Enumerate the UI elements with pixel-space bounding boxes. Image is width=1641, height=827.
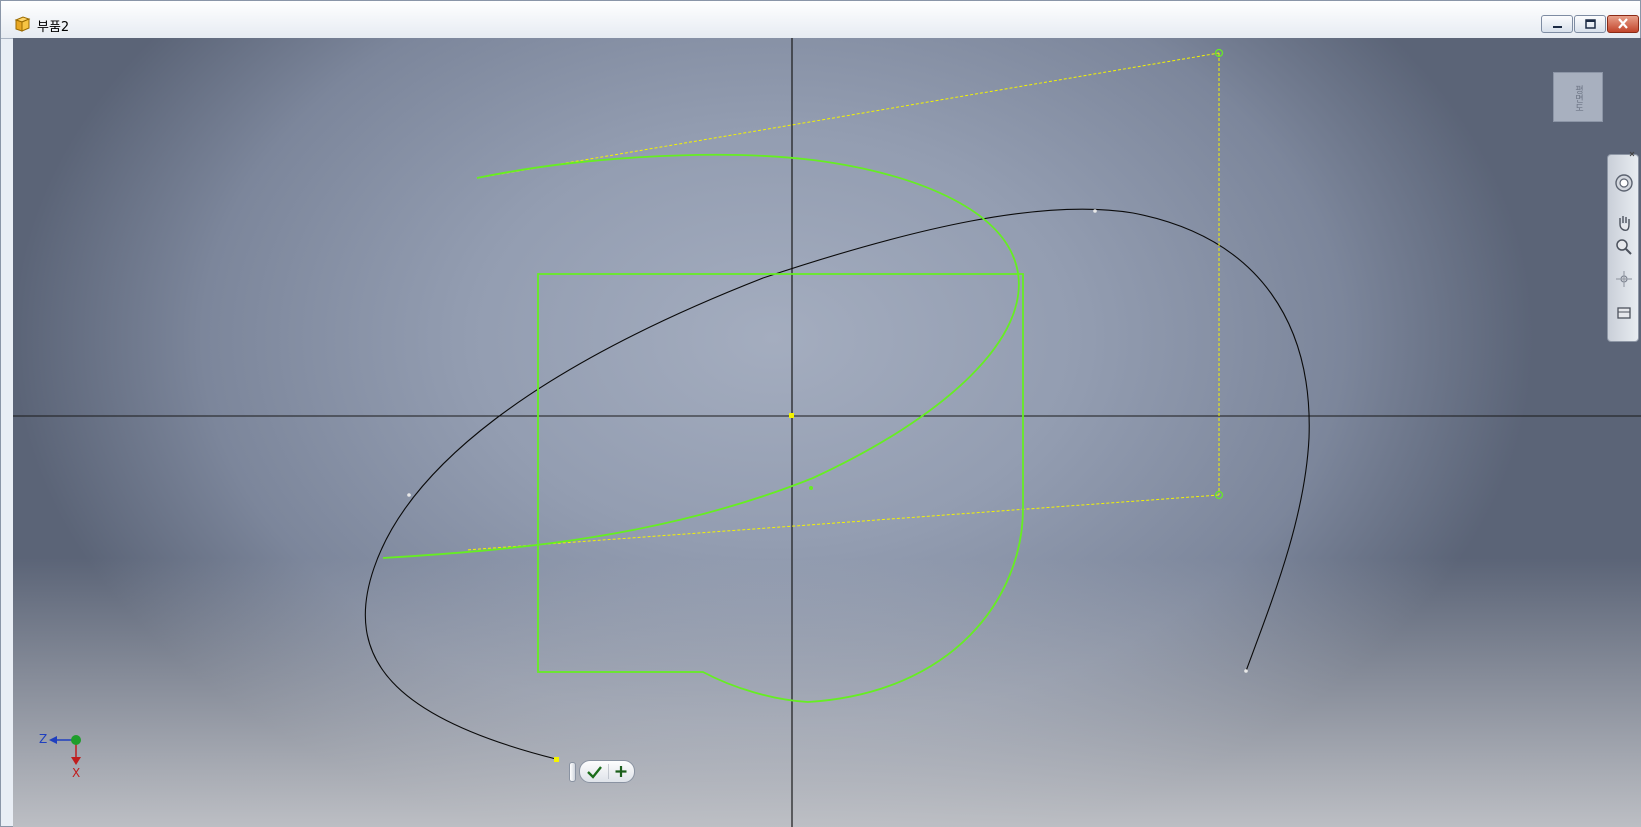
pan-icon[interactable]	[1614, 213, 1634, 233]
partial-ellipse	[382, 153, 1020, 559]
title-bar[interactable]: 부품2	[1, 1, 1640, 39]
axis-triad: Z X	[25, 732, 95, 792]
ellipse-center-point[interactable]	[809, 486, 813, 490]
sketch-origin-point[interactable]	[789, 413, 794, 418]
viewcube[interactable]: 평면도	[1553, 72, 1603, 122]
close-icon	[1618, 18, 1628, 29]
graphics-viewport[interactable]: 평면도 Z X	[13, 38, 1641, 827]
checkmark-icon	[587, 766, 602, 779]
viewcube-label: 평면도	[1573, 85, 1583, 112]
look-at-icon[interactable]	[1614, 303, 1634, 323]
part-document-icon	[14, 16, 31, 32]
restore-icon	[1585, 19, 1596, 29]
spline-fit-point[interactable]	[407, 493, 411, 497]
minimize-icon	[1553, 26, 1562, 28]
spline-end-point[interactable]	[554, 757, 559, 762]
ok-button[interactable]	[582, 762, 608, 781]
spline-curve[interactable]	[364, 208, 1310, 760]
x-axis-label: X	[72, 766, 81, 780]
restore-button[interactable]	[1574, 15, 1606, 33]
construction-lines	[465, 52, 1220, 551]
orbit-icon[interactable]	[1614, 269, 1634, 289]
add-button[interactable]	[608, 762, 634, 781]
zoom-icon[interactable]	[1614, 237, 1634, 257]
mini-toolbar-body	[579, 760, 635, 783]
profile-outline	[537, 273, 1024, 703]
spline-fit-point[interactable]	[1093, 209, 1097, 213]
sketch-geometry[interactable]	[382, 153, 1024, 703]
sketch-canvas[interactable]	[13, 38, 1641, 827]
close-button[interactable]	[1607, 15, 1639, 33]
part-window: 부품2 평면도 Z X	[0, 0, 1641, 827]
navbar-close-icon[interactable]	[1609, 149, 1639, 161]
steering-wheel-icon[interactable]	[1614, 173, 1634, 193]
triad-arrows	[49, 735, 81, 765]
spline-fit-point[interactable]	[1244, 669, 1248, 673]
z-axis-label: Z	[39, 732, 48, 746]
plus-icon	[615, 766, 627, 777]
mini-toolbar	[569, 760, 636, 784]
window-title: 부품2	[37, 20, 70, 35]
mini-toolbar-grip[interactable]	[569, 762, 576, 782]
navigation-bar[interactable]	[1607, 151, 1639, 342]
minimize-button[interactable]	[1541, 15, 1573, 33]
